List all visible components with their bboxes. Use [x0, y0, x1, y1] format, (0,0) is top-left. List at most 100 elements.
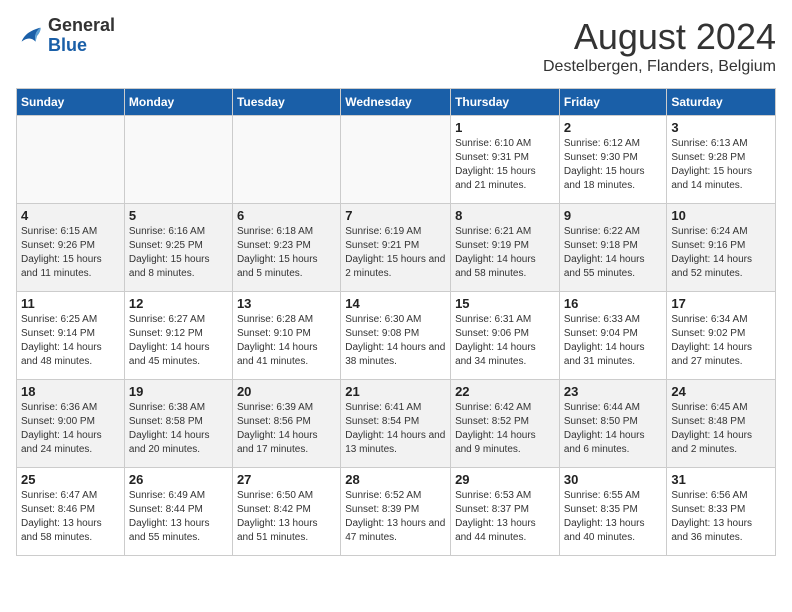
calendar-day-cell: 17 Sunrise: 6:34 AM Sunset: 9:02 PM Dayli… — [667, 292, 776, 380]
day-number: 9 — [564, 208, 663, 223]
calendar-day-cell: 27Sunrise: 6:50 AM Sunset: 8:42 PM Dayli… — [232, 468, 340, 556]
day-number: 27 — [237, 472, 336, 487]
day-info: Sunrise: 6:31 AM Sunset: 9:06 PM Dayligh… — [455, 313, 555, 369]
day-info: Sunrise: 6:18 AM Sunset: 9:23 PM Dayligh… — [237, 225, 336, 281]
calendar-day-cell: 8Sunrise: 6:21 AM Sunset: 9:19 PM Daylig… — [451, 204, 560, 292]
calendar-day-cell: 26Sunrise: 6:49 AM Sunset: 8:44 PM Dayli… — [124, 468, 232, 556]
day-number: 4 — [21, 208, 120, 223]
day-info: Sunrise: 6:41 AM Sunset: 8:54 PM Dayligh… — [345, 401, 446, 457]
day-info: Sunrise: 6:28 AM Sunset: 9:10 PM Dayligh… — [237, 313, 336, 369]
month-title: August 2024 — [543, 16, 776, 58]
calendar-day-cell: 3 Sunrise: 6:13 AM Sunset: 9:28 PM Daylig… — [667, 116, 776, 204]
calendar-day-cell: 15 Sunrise: 6:31 AM Sunset: 9:06 PM Dayli… — [451, 292, 560, 380]
calendar-day-cell: 12 Sunrise: 6:27 AM Sunset: 9:12 PM Dayli… — [124, 292, 232, 380]
calendar-day-cell: 29 Sunrise: 6:53 AM Sunset: 8:37 PM Dayli… — [451, 468, 560, 556]
day-number: 22 — [455, 384, 555, 399]
calendar-day-header: Wednesday — [341, 89, 451, 116]
calendar-day-cell: 22Sunrise: 6:42 AM Sunset: 8:52 PM Dayli… — [451, 380, 560, 468]
day-number: 17 — [671, 296, 771, 311]
calendar-day-cell — [17, 116, 125, 204]
calendar-day-cell — [341, 116, 451, 204]
location: Destelbergen, Flanders, Belgium — [543, 58, 776, 76]
calendar-day-cell: 28 Sunrise: 6:52 AM Sunset: 8:39 PM Dayli… — [341, 468, 451, 556]
day-number: 28 — [345, 472, 446, 487]
day-number: 1 — [455, 120, 555, 135]
day-number: 7 — [345, 208, 446, 223]
calendar-day-header: Saturday — [667, 89, 776, 116]
day-info: Sunrise: 6:16 AM Sunset: 9:25 PM Dayligh… — [129, 225, 228, 281]
day-number: 3 — [671, 120, 771, 135]
calendar-day-cell: 19Sunrise: 6:38 AM Sunset: 8:58 PM Dayli… — [124, 380, 232, 468]
calendar-day-cell — [124, 116, 232, 204]
calendar-day-cell: 2 Sunrise: 6:12 AM Sunset: 9:30 PM Daylig… — [559, 116, 667, 204]
calendar-week-row: 18 Sunrise: 6:36 AM Sunset: 9:00 PM Dayli… — [17, 380, 776, 468]
day-number: 31 — [671, 472, 771, 487]
calendar-week-row: 1Sunrise: 6:10 AM Sunset: 9:31 PM Daylig… — [17, 116, 776, 204]
calendar-day-cell: 16 Sunrise: 6:33 AM Sunset: 9:04 PM Dayli… — [559, 292, 667, 380]
calendar-day-header: Sunday — [17, 89, 125, 116]
calendar-day-cell: 23 Sunrise: 6:44 AM Sunset: 8:50 PM Dayli… — [559, 380, 667, 468]
calendar-day-header: Friday — [559, 89, 667, 116]
day-info: Sunrise: 6:49 AM Sunset: 8:44 PM Dayligh… — [129, 489, 228, 545]
day-info: Sunrise: 6:12 AM Sunset: 9:30 PM Dayligh… — [564, 137, 663, 193]
day-number: 13 — [237, 296, 336, 311]
day-info: Sunrise: 6:44 AM Sunset: 8:50 PM Dayligh… — [564, 401, 663, 457]
day-info: Sunrise: 6:15 AM Sunset: 9:26 PM Dayligh… — [21, 225, 120, 281]
calendar-day-cell: 7Sunrise: 6:19 AM Sunset: 9:21 PM Daylig… — [341, 204, 451, 292]
day-number: 23 — [564, 384, 663, 399]
calendar-week-row: 4 Sunrise: 6:15 AM Sunset: 9:26 PM Daylig… — [17, 204, 776, 292]
day-info: Sunrise: 6:33 AM Sunset: 9:04 PM Dayligh… — [564, 313, 663, 369]
day-number: 21 — [345, 384, 446, 399]
day-number: 12 — [129, 296, 228, 311]
calendar-header-row: SundayMondayTuesdayWednesdayThursdayFrid… — [17, 89, 776, 116]
day-number: 6 — [237, 208, 336, 223]
calendar-day-cell: 10Sunrise: 6:24 AM Sunset: 9:16 PM Dayli… — [667, 204, 776, 292]
day-number: 5 — [129, 208, 228, 223]
calendar-body: 1Sunrise: 6:10 AM Sunset: 9:31 PM Daylig… — [17, 116, 776, 556]
day-number: 2 — [564, 120, 663, 135]
calendar-day-cell: 9 Sunrise: 6:22 AM Sunset: 9:18 PM Daylig… — [559, 204, 667, 292]
day-number: 11 — [21, 296, 120, 311]
calendar-day-cell: 6 Sunrise: 6:18 AM Sunset: 9:23 PM Daylig… — [232, 204, 340, 292]
day-number: 24 — [671, 384, 771, 399]
logo-bird-icon — [16, 22, 44, 50]
day-number: 29 — [455, 472, 555, 487]
page-header: General Blue August 2024 Destelbergen, F… — [16, 16, 776, 76]
calendar-day-cell: 13 Sunrise: 6:28 AM Sunset: 9:10 PM Dayli… — [232, 292, 340, 380]
calendar-day-cell — [232, 116, 340, 204]
calendar-day-cell: 5 Sunrise: 6:16 AM Sunset: 9:25 PM Daylig… — [124, 204, 232, 292]
logo: General Blue — [16, 16, 115, 56]
calendar-day-cell: 24 Sunrise: 6:45 AM Sunset: 8:48 PM Dayli… — [667, 380, 776, 468]
day-info: Sunrise: 6:27 AM Sunset: 9:12 PM Dayligh… — [129, 313, 228, 369]
day-info: Sunrise: 6:22 AM Sunset: 9:18 PM Dayligh… — [564, 225, 663, 281]
day-number: 14 — [345, 296, 446, 311]
day-number: 19 — [129, 384, 228, 399]
day-info: Sunrise: 6:39 AM Sunset: 8:56 PM Dayligh… — [237, 401, 336, 457]
day-info: Sunrise: 6:13 AM Sunset: 9:28 PM Dayligh… — [671, 137, 771, 193]
calendar-day-cell: 31Sunrise: 6:56 AM Sunset: 8:33 PM Dayli… — [667, 468, 776, 556]
day-info: Sunrise: 6:45 AM Sunset: 8:48 PM Dayligh… — [671, 401, 771, 457]
day-number: 16 — [564, 296, 663, 311]
day-number: 8 — [455, 208, 555, 223]
day-number: 18 — [21, 384, 120, 399]
day-info: Sunrise: 6:30 AM Sunset: 9:08 PM Dayligh… — [345, 313, 446, 369]
day-number: 15 — [455, 296, 555, 311]
calendar-day-cell: 20Sunrise: 6:39 AM Sunset: 8:56 PM Dayli… — [232, 380, 340, 468]
day-info: Sunrise: 6:25 AM Sunset: 9:14 PM Dayligh… — [21, 313, 120, 369]
calendar-day-cell: 1Sunrise: 6:10 AM Sunset: 9:31 PM Daylig… — [451, 116, 560, 204]
calendar-week-row: 25Sunrise: 6:47 AM Sunset: 8:46 PM Dayli… — [17, 468, 776, 556]
logo-text: General Blue — [48, 16, 115, 56]
calendar-day-header: Thursday — [451, 89, 560, 116]
calendar-week-row: 11 Sunrise: 6:25 AM Sunset: 9:14 PM Dayli… — [17, 292, 776, 380]
day-info: Sunrise: 6:53 AM Sunset: 8:37 PM Dayligh… — [455, 489, 555, 545]
calendar-day-cell: 14 Sunrise: 6:30 AM Sunset: 9:08 PM Dayli… — [341, 292, 451, 380]
day-info: Sunrise: 6:52 AM Sunset: 8:39 PM Dayligh… — [345, 489, 446, 545]
day-number: 25 — [21, 472, 120, 487]
calendar-day-cell: 30Sunrise: 6:55 AM Sunset: 8:35 PM Dayli… — [559, 468, 667, 556]
day-info: Sunrise: 6:34 AM Sunset: 9:02 PM Dayligh… — [671, 313, 771, 369]
calendar-table: SundayMondayTuesdayWednesdayThursdayFrid… — [16, 88, 776, 556]
title-section: August 2024 Destelbergen, Flanders, Belg… — [543, 16, 776, 76]
calendar-day-cell: 11 Sunrise: 6:25 AM Sunset: 9:14 PM Dayli… — [17, 292, 125, 380]
calendar-day-cell: 18 Sunrise: 6:36 AM Sunset: 9:00 PM Dayli… — [17, 380, 125, 468]
day-info: Sunrise: 6:36 AM Sunset: 9:00 PM Dayligh… — [21, 401, 120, 457]
